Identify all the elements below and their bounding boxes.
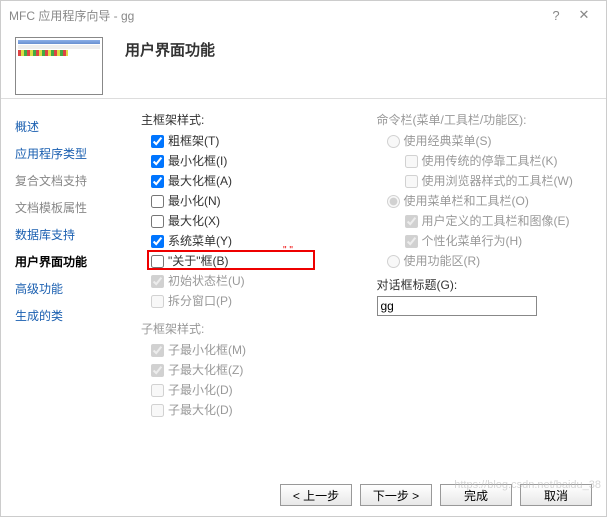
sidebar-item-6[interactable]: 高级功能 bbox=[11, 275, 121, 302]
chk-personalized-menu: 个性化菜单行为(H) bbox=[405, 232, 597, 250]
window-title: MFC 应用程序向导 - gg bbox=[9, 7, 134, 24]
sidebar-item-7[interactable]: 生成的类 bbox=[11, 302, 121, 329]
sidebar: 概述应用程序类型复合文档支持文档模板属性数据库支持用户界面功能高级功能生成的类 bbox=[1, 99, 131, 474]
mainframe-chk-7: 初始状态栏(U) bbox=[151, 272, 361, 290]
mainframe-chk-4[interactable]: 最大化(X) bbox=[151, 212, 361, 230]
chk-userdef-toolbar: 用户定义的工具栏和图像(E) bbox=[405, 212, 597, 230]
childframe-chk-0: 子最小化框(M) bbox=[151, 341, 361, 359]
mainframe-chk-5[interactable]: 系统菜单(Y) bbox=[151, 232, 361, 250]
header: 用户界面功能 bbox=[1, 29, 606, 99]
wizard-dialog: MFC 应用程序向导 - gg ? ✕ 用户界面功能 概述应用程序类型复合文档支… bbox=[0, 0, 607, 517]
sidebar-item-0[interactable]: 概述 bbox=[11, 113, 121, 140]
dlgtitle-label: 对话框标题(G): bbox=[377, 276, 597, 293]
childframe-chk-3: 子最大化(D) bbox=[151, 401, 361, 419]
chk-browser-toolbar: 使用浏览器样式的工具栏(W) bbox=[405, 172, 597, 190]
mainframe-chk-8: 拆分窗口(P) bbox=[151, 292, 361, 310]
mainframe-chk-0[interactable]: 粗框架(T) bbox=[151, 132, 361, 150]
mainframe-chk-6[interactable]: "关于"框(B)" " bbox=[151, 252, 361, 270]
close-icon[interactable]: ✕ bbox=[570, 7, 598, 23]
childframe-group-label: 子框架样式: bbox=[141, 320, 361, 337]
page-title: 用户界面功能 bbox=[125, 39, 215, 60]
sidebar-item-2: 复合文档支持 bbox=[11, 167, 121, 194]
childframe-chk-2: 子最小化(D) bbox=[151, 381, 361, 399]
watermark: https://blog.csdn.net/baidu_38 bbox=[454, 479, 601, 491]
sidebar-item-5[interactable]: 用户界面功能 bbox=[11, 248, 121, 275]
preview-thumbnail bbox=[15, 37, 103, 95]
cmdbar-group-label: 命令栏(菜单/工具栏/功能区): bbox=[377, 111, 597, 128]
childframe-chk-1: 子最大化框(Z) bbox=[151, 361, 361, 379]
mainframe-chk-2[interactable]: 最大化框(A) bbox=[151, 172, 361, 190]
mainframe-group-label: 主框架样式: bbox=[141, 111, 361, 128]
chk-traditional-toolbar: 使用传统的停靠工具栏(K) bbox=[405, 152, 597, 170]
titlebar: MFC 应用程序向导 - gg ? ✕ bbox=[1, 1, 606, 29]
sidebar-item-1[interactable]: 应用程序类型 bbox=[11, 140, 121, 167]
sidebar-item-4[interactable]: 数据库支持 bbox=[11, 221, 121, 248]
radio-classic-menu: 使用经典菜单(S) bbox=[387, 132, 597, 150]
mainframe-chk-1[interactable]: 最小化框(I) bbox=[151, 152, 361, 170]
mainframe-chk-3[interactable]: 最小化(N) bbox=[151, 192, 361, 210]
prev-button[interactable]: < 上一步 bbox=[280, 484, 352, 506]
help-icon[interactable]: ? bbox=[542, 8, 570, 23]
radio-ribbon: 使用功能区(R) bbox=[387, 252, 597, 270]
highlight-text: " " bbox=[283, 242, 293, 260]
dlgtitle-input[interactable] bbox=[377, 296, 537, 316]
next-button[interactable]: 下一步 > bbox=[360, 484, 432, 506]
radio-menubar-toolbar: 使用菜单栏和工具栏(O) bbox=[387, 192, 597, 210]
sidebar-item-3: 文档模板属性 bbox=[11, 194, 121, 221]
